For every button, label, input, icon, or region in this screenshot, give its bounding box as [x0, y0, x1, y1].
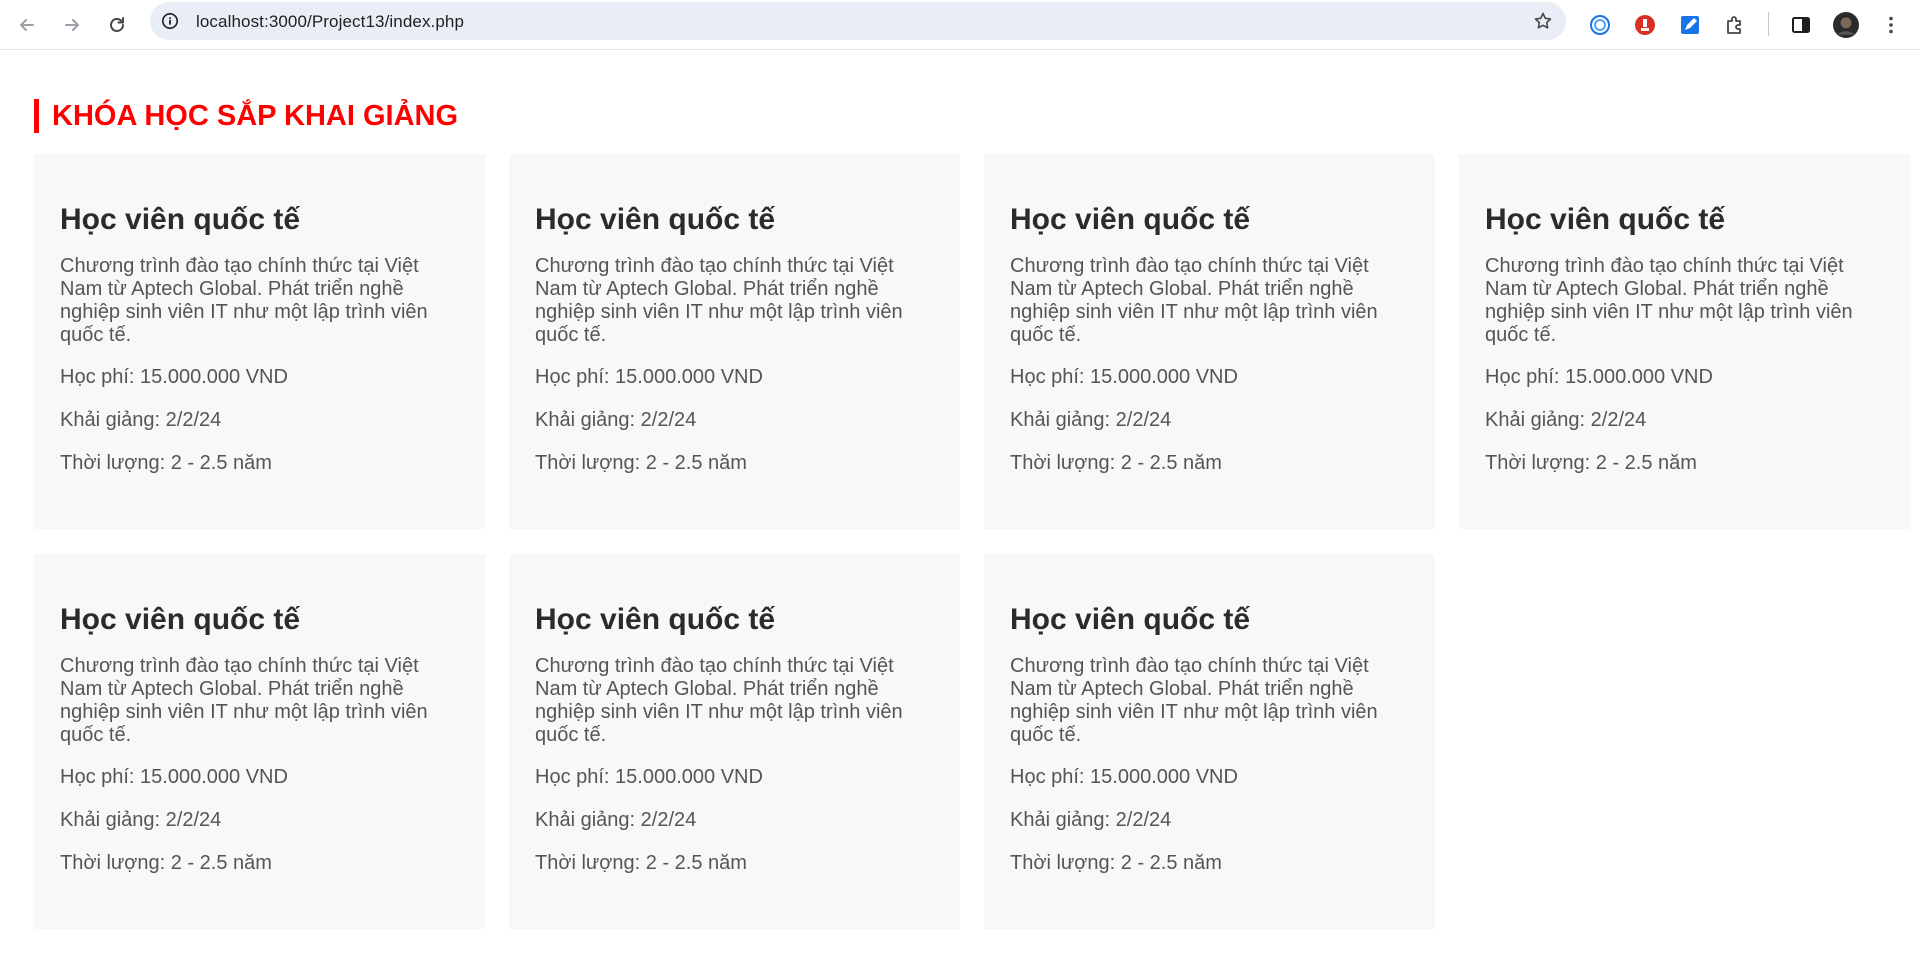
course-title: Học viên quốc tế — [60, 603, 301, 636]
course-start-date: Khải giảng: 2/2/24 — [535, 409, 697, 431]
avatar[interactable] — [1828, 7, 1864, 43]
puzzle-icon[interactable] — [1717, 7, 1753, 43]
course-duration: Thời lượng: 2 - 2.5 năm — [535, 852, 747, 874]
course-start-date: Khải giảng: 2/2/24 — [60, 809, 222, 831]
course-description: Chương trình đào tạo chính thức tại Việt… — [1010, 655, 1378, 746]
course-title: Học viên quốc tế — [535, 603, 776, 636]
course-fee: Học phí: 15.000.000 VND — [60, 766, 288, 788]
back-button[interactable] — [9, 7, 45, 43]
course-card[interactable]: Học viên quốc tế Chương trình đào tạo ch… — [984, 554, 1435, 929]
browser-toolbar: localhost:3000/Project13/index.php — [0, 0, 1920, 50]
course-card[interactable]: Học viên quốc tế Chương trình đào tạo ch… — [509, 154, 960, 529]
course-description: Chương trình đào tạo chính thức tại Việt… — [535, 655, 903, 746]
toolbar-divider — [1768, 12, 1769, 36]
course-duration: Thời lượng: 2 - 2.5 năm — [60, 852, 272, 874]
reload-icon — [110, 17, 124, 32]
page-content: KHÓA HỌC SẮP KHAI GIẢNG Học viên quốc tế… — [0, 51, 1920, 968]
course-title: Học viên quốc tế — [60, 203, 301, 236]
course-start-date: Khải giảng: 2/2/24 — [1485, 409, 1647, 431]
address-bar[interactable]: localhost:3000/Project13/index.php — [150, 2, 1566, 40]
extension-2-icon[interactable] — [1627, 7, 1663, 43]
forward-button[interactable] — [54, 7, 90, 43]
course-start-date: Khải giảng: 2/2/24 — [1010, 809, 1172, 831]
course-fee: Học phí: 15.000.000 VND — [535, 366, 763, 388]
course-card[interactable]: Học viên quốc tế Chương trình đào tạo ch… — [1459, 154, 1910, 529]
course-title: Học viên quốc tế — [1485, 203, 1726, 236]
course-grid: Học viên quốc tế Chương trình đào tạo ch… — [34, 154, 1910, 929]
extension-3-icon[interactable] — [1672, 7, 1708, 43]
course-start-date: Khải giảng: 2/2/24 — [1010, 409, 1172, 431]
url-text[interactable]: localhost:3000/Project13/index.php — [196, 12, 464, 32]
course-fee: Học phí: 15.000.000 VND — [1010, 366, 1238, 388]
arrow-right-icon — [65, 19, 79, 31]
course-description: Chương trình đào tạo chính thức tại Việt… — [1010, 255, 1378, 346]
course-duration: Thời lượng: 2 - 2.5 năm — [1485, 452, 1697, 474]
bookmark-star-icon[interactable] — [1532, 10, 1554, 32]
site-info-icon[interactable] — [160, 11, 180, 31]
course-fee: Học phí: 15.000.000 VND — [60, 366, 288, 388]
course-duration: Thời lượng: 2 - 2.5 năm — [60, 452, 272, 474]
course-card[interactable]: Học viên quốc tế Chương trình đào tạo ch… — [34, 154, 485, 529]
course-fee: Học phí: 15.000.000 VND — [1485, 366, 1713, 388]
reload-button[interactable] — [99, 7, 135, 43]
course-duration: Thời lượng: 2 - 2.5 năm — [535, 452, 747, 474]
course-description: Chương trình đào tạo chính thức tại Việt… — [1485, 255, 1853, 346]
extension-1-icon[interactable] — [1582, 7, 1618, 43]
course-start-date: Khải giảng: 2/2/24 — [535, 809, 697, 831]
course-description: Chương trình đào tạo chính thức tại Việt… — [535, 255, 903, 346]
course-fee: Học phí: 15.000.000 VND — [535, 766, 763, 788]
course-duration: Thời lượng: 2 - 2.5 năm — [1010, 452, 1222, 474]
course-duration: Thời lượng: 2 - 2.5 năm — [1010, 852, 1222, 874]
course-title: Học viên quốc tế — [1010, 203, 1251, 236]
course-description: Chương trình đào tạo chính thức tại Việt… — [60, 655, 428, 746]
course-card[interactable]: Học viên quốc tế Chương trình đào tạo ch… — [34, 554, 485, 929]
course-start-date: Khải giảng: 2/2/24 — [60, 409, 222, 431]
course-description: Chương trình đào tạo chính thức tại Việt… — [60, 255, 428, 346]
course-title: Học viên quốc tế — [1010, 603, 1251, 636]
course-fee: Học phí: 15.000.000 VND — [1010, 766, 1238, 788]
course-title: Học viên quốc tế — [535, 203, 776, 236]
course-card[interactable]: Học viên quốc tế Chương trình đào tạo ch… — [984, 154, 1435, 529]
section-title: KHÓA HỌC SẮP KHAI GIẢNG — [34, 99, 458, 133]
kebab-menu-icon[interactable] — [1873, 7, 1909, 43]
side-panel-icon[interactable] — [1783, 7, 1819, 43]
arrow-left-icon — [20, 19, 34, 31]
course-card[interactable]: Học viên quốc tế Chương trình đào tạo ch… — [509, 554, 960, 929]
